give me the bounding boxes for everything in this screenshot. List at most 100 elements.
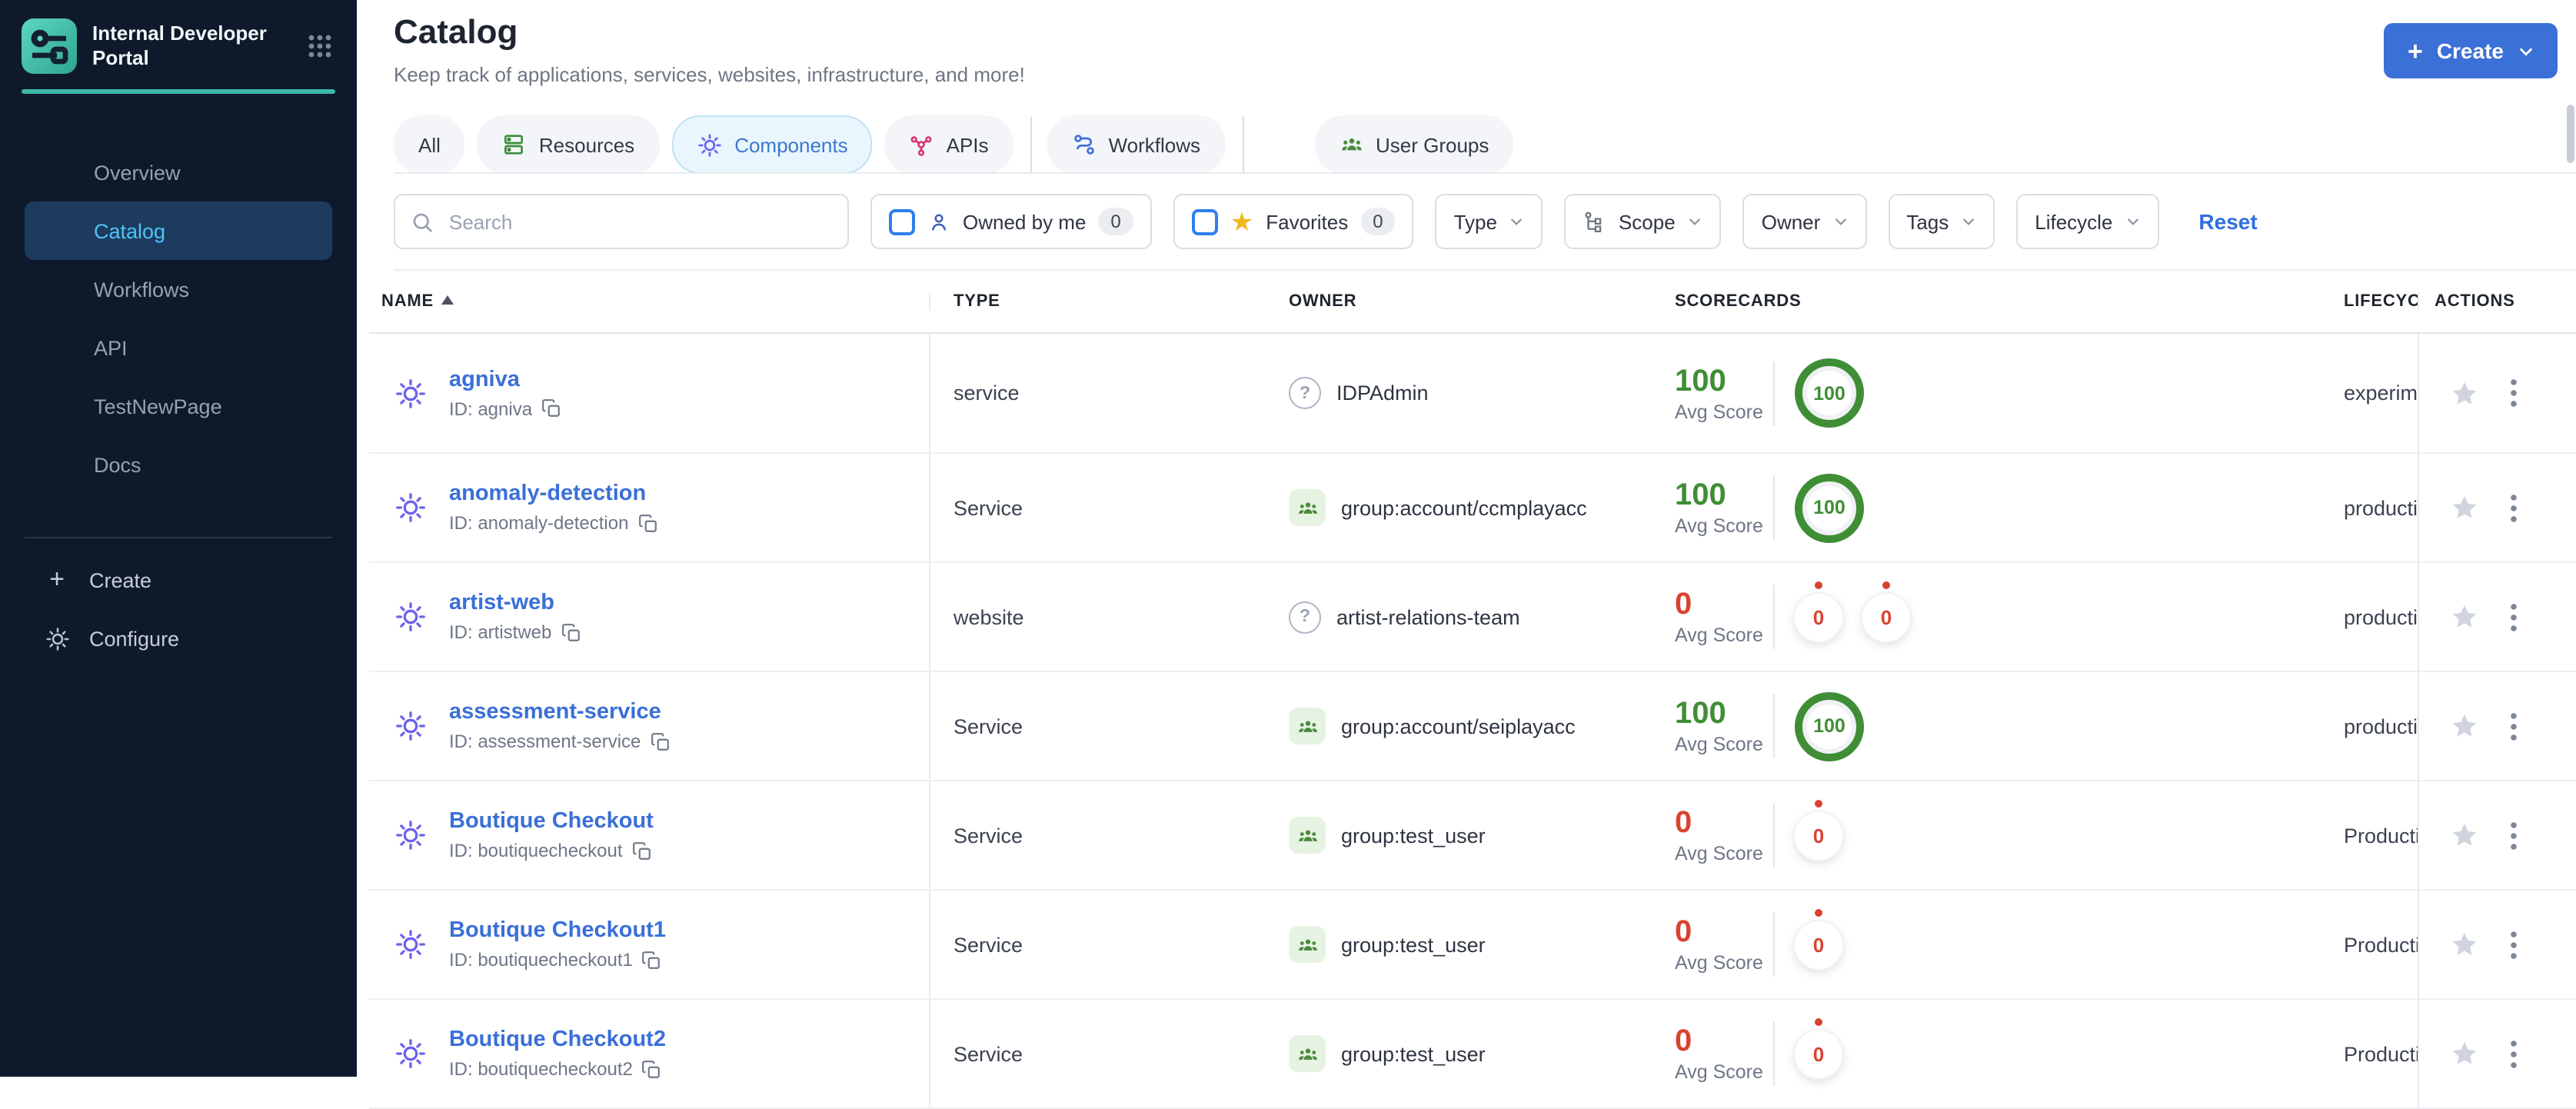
scorecard-badge[interactable]: 0: [1795, 799, 1842, 859]
plus-icon: +: [49, 564, 65, 594]
copy-icon[interactable]: [541, 398, 561, 418]
owned-by-me-count: 0: [1098, 208, 1133, 235]
avg-score-label: Avg Score: [1675, 624, 1763, 646]
component-gear-icon: [394, 376, 428, 410]
avg-score-label: Avg Score: [1675, 515, 1763, 537]
tab-components[interactable]: Components: [671, 115, 873, 174]
group-icon: [1297, 1047, 1317, 1059]
scorecard-badge[interactable]: 100: [1795, 691, 1864, 761]
sidebar-item-testnewpage[interactable]: TestNewPage: [25, 377, 332, 435]
tab-resources[interactable]: Resources: [477, 115, 660, 174]
tab-workflows[interactable]: Workflows: [1047, 115, 1225, 174]
scorecard-badge[interactable]: 0: [1862, 581, 1910, 641]
brand-title: Internal Developer Portal: [92, 22, 267, 69]
column-header-lifecycle[interactable]: LIFECYCLE: [2307, 292, 2419, 311]
favorites-checkbox[interactable]: [1191, 208, 1218, 235]
column-header-name[interactable]: NAME: [369, 292, 930, 311]
scorecard-badge[interactable]: 0: [1795, 1017, 1842, 1077]
user-groups-icon: [1341, 138, 1361, 151]
copy-icon[interactable]: [642, 1059, 662, 1079]
sidebar-create-button[interactable]: + Create: [25, 551, 332, 609]
owned-by-me-filter[interactable]: Owned by me 0: [870, 194, 1152, 249]
create-button[interactable]: + Create: [2384, 23, 2558, 78]
column-header-type[interactable]: TYPE: [930, 292, 1276, 311]
favorite-star-icon[interactable]: [2450, 1040, 2479, 1067]
component-name-link[interactable]: artist-web: [449, 591, 581, 615]
copy-icon[interactable]: [632, 841, 652, 861]
tags-filter-dropdown[interactable]: Tags: [1888, 194, 1995, 249]
sidebar-item-api[interactable]: API: [25, 318, 332, 377]
vertical-scrollbar-thumb[interactable]: [2567, 105, 2574, 163]
table-row[interactable]: assessment-service ID: assessment-service…: [369, 672, 2576, 781]
table-row[interactable]: agniva ID: agniva service? IDPAdmin 100 Avg S…: [369, 334, 2576, 454]
group-icon: [1297, 938, 1317, 950]
copy-icon[interactable]: [650, 731, 670, 751]
apps-grid-icon[interactable]: [308, 34, 332, 66]
type-filter-dropdown[interactable]: Type: [1435, 194, 1543, 249]
sidebar-item-catalog[interactable]: Catalog: [25, 201, 332, 260]
owned-by-me-checkbox[interactable]: [889, 208, 915, 235]
lifecycle-filter-dropdown[interactable]: Lifecycle: [2016, 194, 2159, 249]
kebab-menu-icon[interactable]: [2510, 1039, 2518, 1068]
kebab-menu-icon[interactable]: [2510, 711, 2518, 741]
component-id: ID: artistweb: [449, 621, 552, 643]
sidebar-item-docs[interactable]: Docs: [25, 435, 332, 494]
filter-bar: Owned by me 0 ★ Favorites 0 Type Scope: [394, 194, 2258, 249]
kebab-menu-icon[interactable]: [2510, 821, 2518, 850]
favorite-star-icon[interactable]: [2450, 494, 2479, 521]
component-name-link[interactable]: anomaly-detection: [449, 481, 657, 506]
favorite-star-icon[interactable]: [2450, 931, 2479, 958]
copy-icon[interactable]: [637, 513, 657, 533]
component-name-link[interactable]: Boutique Checkout1: [449, 918, 666, 943]
scorecard-badge[interactable]: 100: [1795, 473, 1864, 542]
favorite-star-icon[interactable]: [2450, 603, 2479, 631]
table-row[interactable]: Boutique Checkout2 ID: boutiquecheckout2 S…: [369, 1000, 2576, 1109]
scorecard-badge[interactable]: 100: [1795, 358, 1864, 428]
table-row[interactable]: anomaly-detection ID: anomaly-detection Se…: [369, 454, 2576, 563]
tab-all[interactable]: All: [394, 115, 465, 174]
column-header-scorecards[interactable]: SCORECARDS: [1653, 292, 2307, 311]
kebab-menu-icon[interactable]: [2510, 602, 2518, 631]
table-row[interactable]: Boutique Checkout ID: boutiquecheckout Ser…: [369, 781, 2576, 891]
favorite-star-icon[interactable]: [2450, 821, 2479, 849]
scorecard-badge[interactable]: 0: [1795, 908, 1842, 968]
table-row[interactable]: artist-web ID: artistweb website? artist-re…: [369, 563, 2576, 672]
scope-filter-dropdown[interactable]: Scope: [1564, 194, 1722, 249]
group-owner-icon: [1289, 926, 1326, 963]
brand-header: Internal Developer Portal: [0, 0, 357, 74]
sidebar-item-workflows[interactable]: Workflows: [25, 260, 332, 318]
kebab-menu-icon[interactable]: [2510, 930, 2518, 959]
sidebar-item-overview[interactable]: Overview: [25, 143, 332, 201]
main-content: Catalog Keep track of applications, serv…: [357, 0, 2576, 1109]
tab-apis[interactable]: APIs: [884, 115, 1013, 174]
reset-filters-link[interactable]: Reset: [2198, 209, 2257, 234]
group-icon: [1297, 720, 1317, 731]
component-type: Service: [954, 496, 1023, 519]
favorites-filter[interactable]: ★ Favorites 0: [1173, 194, 1414, 249]
chevron-down-icon: [1835, 218, 1846, 225]
column-header-owner[interactable]: OWNER: [1276, 292, 1653, 311]
table-row[interactable]: Boutique Checkout1 ID: boutiquecheckout1 S…: [369, 891, 2576, 1000]
component-name-link[interactable]: agniva: [449, 367, 561, 391]
sidebar-configure-button[interactable]: Configure: [25, 609, 332, 668]
favorite-star-icon[interactable]: [2450, 379, 2479, 407]
component-name-link[interactable]: Boutique Checkout2: [449, 1027, 666, 1052]
copy-icon[interactable]: [642, 950, 662, 970]
component-name-link[interactable]: Boutique Checkout: [449, 809, 654, 834]
scorecard-badge[interactable]: 0: [1795, 581, 1842, 641]
tab-user-groups[interactable]: User Groups: [1314, 115, 1514, 174]
owner-filter-dropdown[interactable]: Owner: [1742, 194, 1867, 249]
search-input[interactable]: [446, 208, 821, 235]
favorite-star-icon[interactable]: [2450, 712, 2479, 740]
kebab-menu-icon[interactable]: [2510, 378, 2518, 408]
copy-icon[interactable]: [561, 622, 581, 642]
search-box[interactable]: [394, 194, 849, 249]
kebab-menu-icon[interactable]: [2510, 493, 2518, 522]
component-type: Service: [954, 714, 1023, 738]
avg-score-label: Avg Score: [1675, 401, 1763, 422]
component-type: service: [954, 381, 1020, 405]
lifecycle-value: Production: [2307, 781, 2419, 889]
lifecycle-value: production: [2307, 672, 2419, 780]
component-name-link[interactable]: assessment-service: [449, 700, 670, 724]
component-type: Service: [954, 933, 1023, 956]
